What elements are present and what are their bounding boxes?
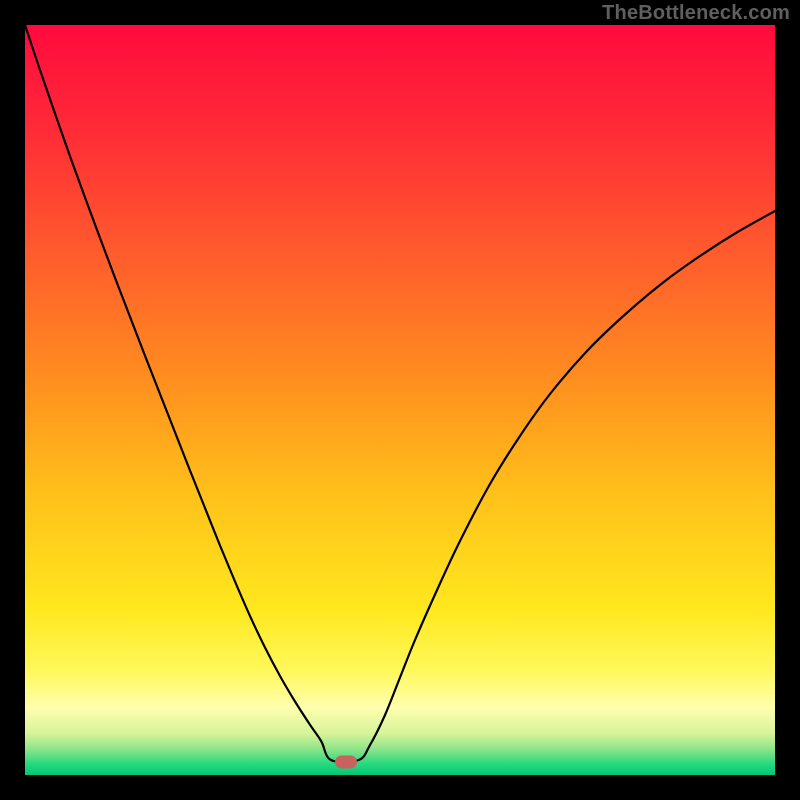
chart-frame: TheBottleneck.com	[0, 0, 800, 800]
plot-area	[25, 25, 775, 775]
optimal-point-marker	[335, 755, 357, 768]
bottleneck-curve	[25, 25, 775, 775]
watermark-text: TheBottleneck.com	[602, 2, 790, 25]
